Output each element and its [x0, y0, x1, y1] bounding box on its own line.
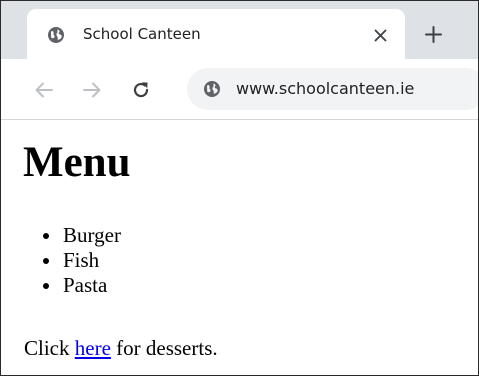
footer-text-after: for desserts. — [110, 336, 218, 360]
desserts-link[interactable]: here — [75, 336, 111, 360]
tab-strip: School Canteen — [1, 1, 478, 59]
list-item: Burger — [43, 223, 121, 247]
menu-list: Burger Fish Pasta — [43, 223, 121, 298]
arrow-right-icon — [83, 82, 101, 98]
close-icon — [374, 29, 386, 41]
tab-title: School Canteen — [83, 25, 201, 43]
plus-icon — [424, 25, 442, 43]
page-content: Menu Burger Fish Pasta Click here for de… — [1, 120, 478, 375]
address-bar[interactable]: www.schoolcanteen.ie — [187, 68, 478, 110]
tab-school-canteen[interactable]: School Canteen — [27, 9, 405, 59]
reload-icon — [133, 82, 149, 98]
reload-button[interactable] — [128, 77, 154, 103]
arrow-left-icon — [35, 82, 53, 98]
footer-text-before: Click — [24, 336, 75, 360]
tab-close-button[interactable] — [367, 22, 393, 48]
desserts-paragraph: Click here for desserts. — [24, 336, 218, 361]
list-item: Fish — [43, 248, 121, 273]
browser-toolbar: www.schoolcanteen.ie — [1, 59, 478, 119]
globe-icon — [204, 81, 220, 97]
browser-window: School Canteen www.schoolcanteen.ie Menu… — [0, 0, 479, 376]
forward-button[interactable] — [79, 77, 105, 103]
globe-icon — [48, 27, 64, 43]
page-title: Menu — [23, 139, 131, 186]
url-text: www.schoolcanteen.ie — [236, 79, 415, 98]
back-button[interactable] — [31, 77, 57, 103]
new-tab-button[interactable] — [419, 20, 447, 48]
list-item: Pasta — [43, 273, 121, 298]
